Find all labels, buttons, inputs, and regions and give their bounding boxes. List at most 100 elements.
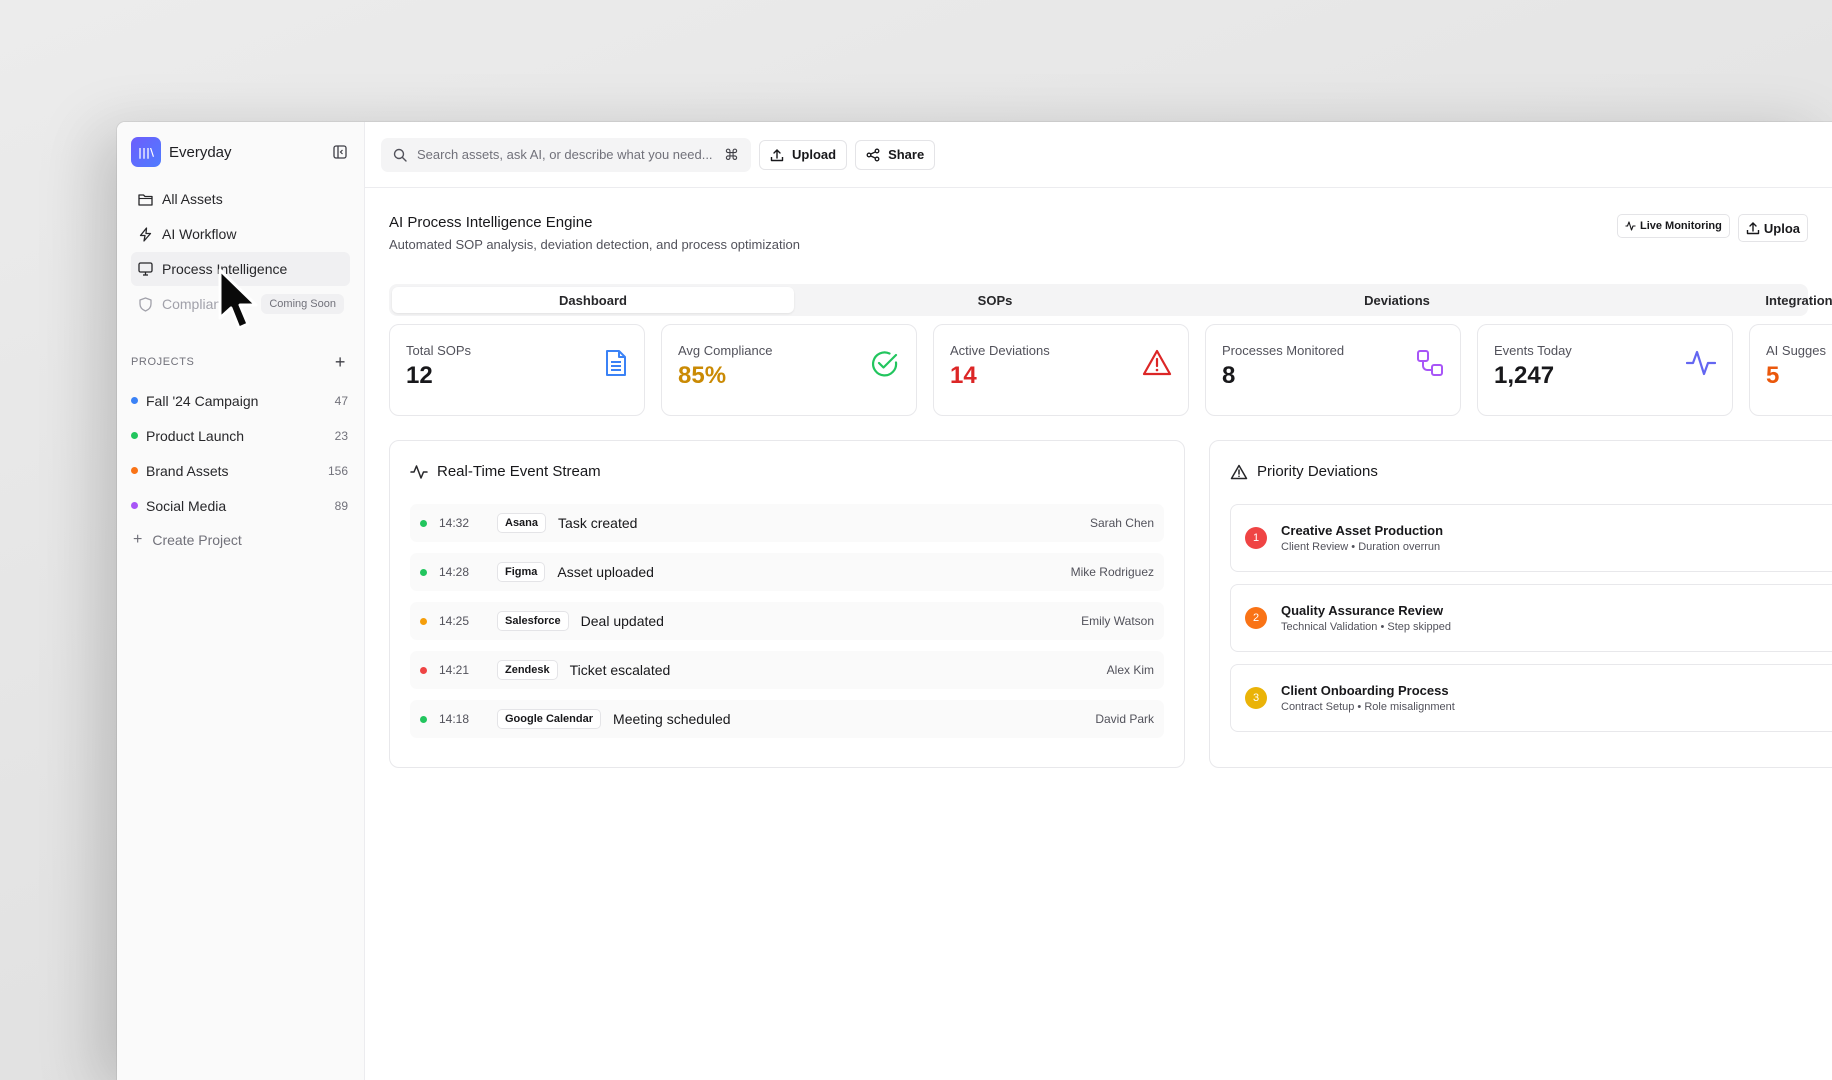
event-app-badge: Zendesk [497,660,558,680]
stat-card-total-sops: Total SOPs 12 [389,324,645,416]
project-count: 89 [334,498,348,513]
stat-card-active-deviations: Active Deviations 14 [933,324,1189,416]
page-header: AI Process Intelligence Engine Automated… [389,214,1808,252]
folder-icon [137,191,153,207]
content: AI Process Intelligence Engine Automated… [365,188,1832,768]
deviation-subtitle: Client Review • Duration overrun [1281,541,1441,553]
stat-label: Processes Monitored [1222,343,1345,358]
event-app-badge: Salesforce [497,611,569,631]
upload-label: Upload [792,147,837,162]
event-row[interactable]: 14:28 Figma Asset uploaded Mike Rodrigue… [410,553,1164,591]
upload-button[interactable]: Upload [759,139,848,170]
tab-integration[interactable]: Integration [1598,287,1832,313]
project-item[interactable]: Product Launch 23 [131,418,350,453]
event-time: 14:32 [439,516,470,530]
stat-label: Total SOPs [406,343,472,358]
deviation-item[interactable]: 2 Quality Assurance Review Technical Val… [1230,584,1832,652]
event-stream-title: Real-Time Event Stream [437,463,601,480]
deviation-title: Creative Asset Production [1281,523,1444,538]
share-icon [866,148,880,162]
share-label: Share [888,147,925,162]
upload-icon [770,148,784,162]
coming-soon-badge: Coming Soon [261,294,344,314]
tab-deviations[interactable]: Deviations [1196,287,1598,313]
live-monitoring-button[interactable]: Live Monitoring [1616,214,1730,238]
stat-label: Avg Compliance [678,343,773,358]
stat-value: 5 [1766,362,1780,389]
project-color-dot [131,432,138,439]
project-name: Brand Assets [146,462,229,479]
lightning-icon [137,226,153,242]
main-area: ⌘ Upload Share AI Process Intelligence E… [365,122,1832,1080]
document-icon [604,349,628,382]
event-app-badge: Figma [497,562,546,582]
deviation-subtitle: Contract Setup • Role misalignment [1281,701,1455,713]
project-name: Product Launch [146,427,245,444]
tab-dashboard[interactable]: Dashboard [392,287,794,313]
deviation-item[interactable]: 1 Creative Asset Production Client Revie… [1230,504,1832,572]
sidebar-item-ai-workflow[interactable]: AI Workflow [131,217,350,251]
mouse-cursor-icon [218,268,262,334]
project-name: Social Media [146,497,227,514]
project-item[interactable]: Fall '24 Campaign 47 [131,383,350,418]
priority-deviations-title: Priority Deviations [1257,463,1378,480]
command-key-icon: ⌘ [724,145,739,164]
project-color-dot [131,502,138,509]
warning-triangle-icon [1230,464,1248,480]
project-name: Fall '24 Campaign [146,392,259,409]
upload-sop-label: Uploa [1763,220,1800,236]
event-stream-header: Real-Time Event Stream [410,463,1164,480]
project-item[interactable]: Brand Assets 156 [131,453,350,488]
brand: |||\ Everyday [131,136,350,168]
sidebar-item-all-assets[interactable]: All Assets [131,182,350,216]
search-bar[interactable]: ⌘ [381,137,751,172]
event-time: 14:25 [439,614,470,628]
project-item[interactable]: Social Media 89 [131,488,350,523]
tab-bar: Dashboard SOPs Deviations Integration [389,284,1832,316]
priority-number-badge: 3 [1245,687,1267,709]
projects-heading: PROJECTS [131,356,195,368]
status-dot [420,715,427,723]
priority-number-badge: 2 [1245,607,1267,629]
sidebar: |||\ Everyday All Assets AI Workflow Pro… [117,122,365,1080]
event-text: Task created [558,515,638,531]
project-count: 156 [327,463,348,478]
stat-value: 12 [406,362,433,389]
deviation-subtitle: Technical Validation • Step skipped [1281,621,1451,633]
event-time: 14:18 [439,712,470,726]
deviation-list: 1 Creative Asset Production Client Revie… [1230,504,1832,732]
stat-value: 85% [678,362,727,389]
stat-label: AI Sugges [1766,343,1826,358]
event-user: Emily Watson [1081,614,1154,628]
stat-card-events-today: Events Today 1,247 [1477,324,1733,416]
event-row[interactable]: 14:25 Salesforce Deal updated Emily Wats… [410,602,1164,640]
event-list: 14:32 Asana Task created Sarah Chen 14:2… [410,504,1164,738]
project-count: 47 [334,393,348,408]
search-input[interactable] [417,147,724,162]
projects-section-header: PROJECTS + [131,353,350,371]
stat-label: Active Deviations [950,343,1050,358]
event-time: 14:28 [439,565,470,579]
monitor-icon [137,261,153,277]
create-project-button[interactable]: + Create Project [131,523,350,557]
upload-sop-button[interactable]: Uploa [1737,214,1808,242]
activity-icon [1685,349,1717,382]
event-app-badge: Google Calendar [497,709,602,729]
warning-triangle-icon [1142,349,1172,382]
event-row[interactable]: 14:32 Asana Task created Sarah Chen [410,504,1164,542]
sidebar-toggle-icon[interactable] [330,142,350,162]
event-app-badge: Asana [497,513,547,533]
add-project-icon[interactable]: + [335,353,346,371]
event-row[interactable]: 14:18 Google Calendar Meeting scheduled … [410,700,1164,738]
deviation-item[interactable]: 3 Client Onboarding Process Contract Set… [1230,664,1832,732]
page-title: AI Process Intelligence Engine [389,214,593,231]
priority-number-badge: 1 [1245,527,1267,549]
tab-sops[interactable]: SOPs [794,287,1196,313]
sidebar-item-label: AI Workflow [162,226,237,242]
event-user: Sarah Chen [1089,516,1154,530]
sidebar-item-label: All Assets [162,191,223,207]
share-button[interactable]: Share [855,139,936,170]
stat-value: 14 [950,362,977,389]
event-row[interactable]: 14:21 Zendesk Ticket escalated Alex Kim [410,651,1164,689]
priority-deviations-panel: Priority Deviations 1 Creative Asset Pro… [1209,440,1832,768]
